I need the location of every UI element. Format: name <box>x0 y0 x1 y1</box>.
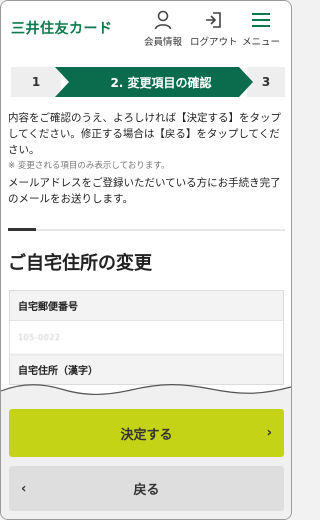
logout-label: ログアウト <box>190 37 238 48</box>
chevron-left-icon: ‹ <box>21 481 27 496</box>
confirm-button-label: 決定する <box>120 427 173 443</box>
menu-label: メニュー <box>242 37 281 48</box>
field-label-postal-code: 自宅郵便番号 <box>10 291 283 321</box>
intro-instruction: 内容をご確認のうえ、よろしければ【決定する】をタップしてください。修正する場合は… <box>8 112 281 156</box>
hamburger-icon <box>250 9 272 31</box>
step-1: 1 <box>11 67 61 97</box>
logout-icon <box>203 9 225 31</box>
step-2-label: 2. 変更項目の確認 <box>110 75 212 90</box>
member-info-button[interactable]: 会員情報 <box>144 9 182 48</box>
member-info-label: 会員情報 <box>144 37 183 48</box>
intro-email-notice: メールアドレスをご登録いただいている方にお手続き完了のメールをお送りします。 <box>8 177 281 205</box>
change-table: 自宅郵便番号 105-0022 自宅住所（漢字） <box>9 290 284 385</box>
section-divider-accent <box>8 228 36 231</box>
menu-button[interactable]: メニュー <box>242 9 280 48</box>
logo[interactable]: 三井住友カード <box>11 18 113 38</box>
intro-text: 内容をご確認のうえ、よろしければ【決定する】をタップしてください。修正する場合は… <box>8 110 288 207</box>
intro-note: ※ 変更される項目のみ表示しております。 <box>8 161 170 171</box>
step-2-current: 2. 変更項目の確認 <box>55 67 253 97</box>
logout-button[interactable]: ログアウト <box>190 9 238 48</box>
header: 三井住友カード 会員情報 ログアウト メニュー <box>1 1 291 57</box>
section-divider <box>8 229 285 231</box>
phone-frame: 三井住友カード 会員情報 ログアウト メニュー 1 3 2. 変更項目の確認 内… <box>0 0 292 520</box>
chevron-right-icon: › <box>266 425 272 441</box>
progress-steps: 1 3 2. 変更項目の確認 <box>11 67 285 97</box>
confirm-button[interactable]: 決定する › <box>9 409 284 457</box>
field-value-postal-code: 105-0022 <box>10 321 283 355</box>
back-button-label: 戻る <box>133 483 160 498</box>
section-title: ご自宅住所の変更 <box>8 253 152 274</box>
person-icon <box>152 9 174 31</box>
back-button[interactable]: ‹ 戻る <box>9 466 284 511</box>
